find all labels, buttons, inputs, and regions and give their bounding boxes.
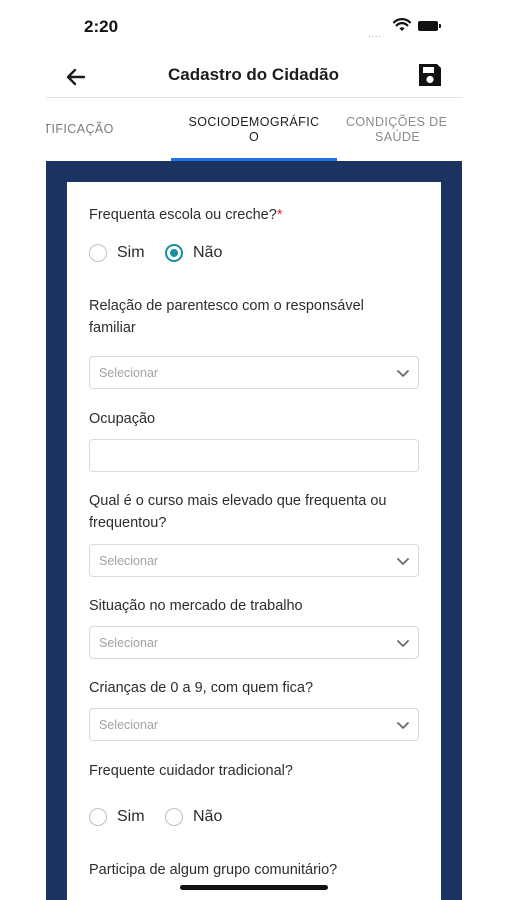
caregiver-label: Frequente cuidador tradicional? xyxy=(89,763,293,779)
work-select[interactable]: Selecionar xyxy=(89,626,419,659)
work-label: Situação no mercado de trabalho xyxy=(89,598,303,614)
tab-sociodemografico[interactable]: SOCIODEMOGRÁFIC O xyxy=(171,115,337,160)
tab-label: CONDIÇÕES DE xyxy=(346,115,448,129)
education-label: Qual é o curso mais elevado que frequent… xyxy=(89,493,387,531)
nav-bar: Cadastro do Cidadão xyxy=(0,56,507,98)
radio-circle[interactable] xyxy=(89,808,107,826)
home-indicator[interactable] xyxy=(180,885,328,890)
education-select[interactable]: Selecionar xyxy=(89,544,419,577)
occupation-input[interactable] xyxy=(89,439,419,472)
select-placeholder: Selecionar xyxy=(99,554,159,568)
tab-label: IDENTIFICAÇÃO xyxy=(46,122,114,136)
save-icon[interactable] xyxy=(416,61,444,89)
tab-identificacao[interactable]: IDENTIFICAÇÃO xyxy=(46,122,172,160)
kinship-select[interactable]: Selecionar xyxy=(89,356,419,389)
radio-circle-selected[interactable] xyxy=(165,244,183,262)
tab-label: SOCIODEMOGRÁFIC xyxy=(188,115,320,129)
status-time: 2:20 xyxy=(84,17,119,36)
school-radio-nao[interactable]: Não xyxy=(165,244,222,262)
chevron-down-icon xyxy=(397,558,409,565)
select-placeholder: Selecionar xyxy=(99,718,159,732)
select-placeholder: Selecionar xyxy=(99,366,159,380)
children-label: Crianças de 0 a 9, com quem fica? xyxy=(89,680,314,696)
tab-bar: IDENTIFICAÇÃO SOCIODEMOGRÁFIC O CONDIÇÕE… xyxy=(46,98,462,160)
select-placeholder: Selecionar xyxy=(99,636,159,650)
tab-condicoes-saude[interactable]: CONDIÇÕES DE SAÚDE xyxy=(346,115,462,160)
school-radio-sim[interactable]: Sim xyxy=(89,244,145,262)
occupation-label: Ocupação xyxy=(89,411,156,427)
caregiver-radio-sim[interactable]: Sim xyxy=(89,808,145,826)
children-select[interactable]: Selecionar xyxy=(89,708,419,741)
required-mark: * xyxy=(276,207,283,223)
community-label: Participa de algum grupo comunitário? xyxy=(89,862,338,878)
chevron-down-icon xyxy=(397,370,409,377)
tab-label: O xyxy=(248,130,260,144)
kinship-label: Relação de parentesco com o responsável … xyxy=(89,298,364,336)
wifi-icon xyxy=(393,18,411,31)
tab-label: SAÚDE xyxy=(375,130,421,144)
form-card xyxy=(67,182,441,900)
school-label: Frequenta escola ou creche?* xyxy=(89,207,283,223)
battery-icon xyxy=(418,21,441,31)
chevron-down-icon xyxy=(397,722,409,729)
chevron-down-icon xyxy=(397,640,409,647)
radio-circle[interactable] xyxy=(165,808,183,826)
signal-indicator: .... xyxy=(368,29,383,39)
caregiver-radio-nao[interactable]: Não xyxy=(165,808,222,826)
radio-circle[interactable] xyxy=(89,244,107,262)
status-bar: 2:20 .... xyxy=(0,0,507,56)
